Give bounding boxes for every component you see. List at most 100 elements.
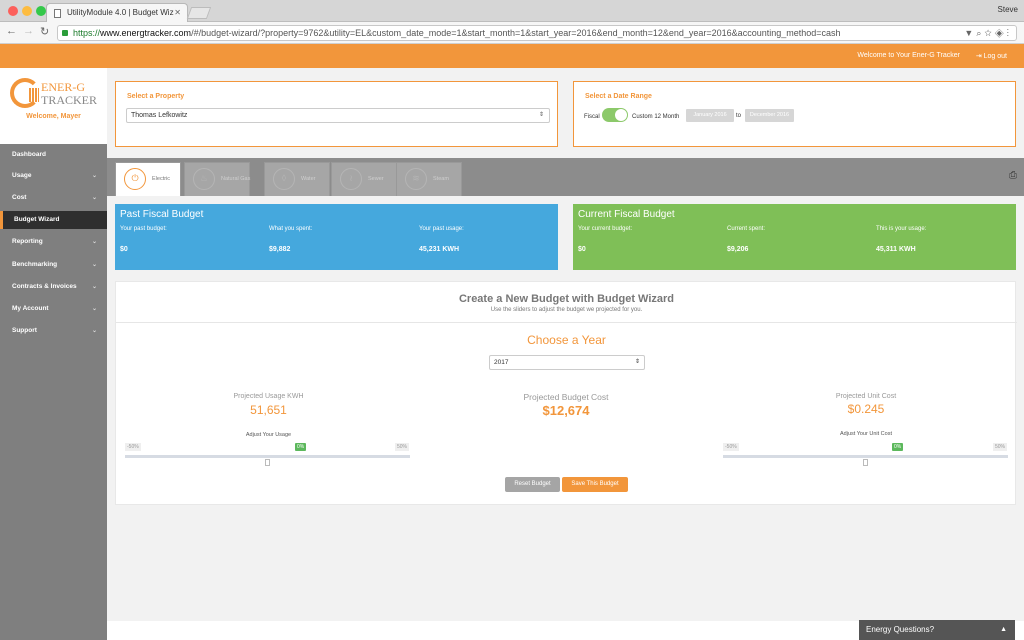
app-header: Welcome to Your Ener-G Tracker ⇥ Log out: [0, 44, 1024, 68]
url-path: /#/budget-wizard/?property=9762&utility=…: [191, 28, 841, 38]
start-month-input[interactable]: January 2016: [686, 109, 734, 122]
budget-wizard-panel: Create a New Budget with Budget Wizard U…: [115, 281, 1017, 505]
past-budget-title: Past Fiscal Budget: [120, 209, 204, 220]
select-arrows-icon: ⇕: [634, 359, 640, 365]
maximize-window-button[interactable]: [36, 6, 46, 16]
projected-usage-value: 51,651: [250, 403, 287, 417]
unit-cost-current-badge: 0%: [892, 443, 904, 451]
past-budget-value: $0: [120, 246, 128, 253]
projected-unit-cost-value: $0.245: [847, 402, 885, 416]
tab-label: Steam: [433, 176, 449, 182]
current-spent-value: $9,206: [727, 246, 749, 253]
url-host: www.energtracker.com: [100, 28, 192, 38]
usage-current-badge: 0%: [295, 443, 307, 451]
current-budget-title: Current Fiscal Budget: [578, 209, 675, 220]
projected-usage-label: Projected Usage KWH: [233, 393, 304, 400]
usage-slider-track[interactable]: [125, 455, 410, 458]
energy-questions-label: Energy Questions?: [866, 625, 935, 634]
property-card-title: Select a Property: [127, 93, 185, 100]
sidebar-item-label: Cost: [12, 194, 27, 201]
close-tab-icon[interactable]: ✕: [174, 4, 181, 22]
tab-natural-gas[interactable]: ♨ Natural Gas: [184, 162, 250, 196]
address-bar[interactable]: https://www.energtracker.com/#/budget-wi…: [57, 25, 1017, 41]
browser-tab[interactable]: UtilityModule 4.0 | Budget Wiz ✕: [46, 3, 188, 22]
sidebar-item-contracts-invoices[interactable]: Contracts & Invoices ⌄: [0, 278, 107, 296]
browser-toolbar: ← → ↻ https://www.energtracker.com/#/bud…: [0, 22, 1024, 44]
minimize-window-button[interactable]: [22, 6, 32, 16]
filter-icon[interactable]: ▼: [964, 28, 976, 38]
property-select-value: Thomas Lefkowitz: [131, 112, 188, 119]
steam-icon: ≋: [405, 168, 427, 190]
unit-cost-min-label: -50%: [723, 443, 739, 451]
tab-label: Natural Gas: [221, 176, 251, 182]
reset-budget-button[interactable]: Reset Budget: [505, 477, 560, 492]
past-usage-value: 45,231 KWH: [419, 246, 460, 253]
close-window-button[interactable]: [8, 6, 18, 16]
tab-electric[interactable]: ⏻ Electric: [115, 162, 181, 196]
sidebar-item-label: Contracts & Invoices: [12, 283, 77, 290]
browser-tab-title: UtilityModule 4.0 | Budget Wiz: [67, 8, 174, 17]
current-usage-label: This is your usage:: [876, 226, 927, 232]
bookmark-star-icon[interactable]: ☆: [984, 28, 994, 38]
chevron-down-icon: ⌄: [91, 306, 97, 312]
save-budget-button[interactable]: Save This Budget: [562, 477, 628, 492]
current-usage-value: 45,311 KWH: [876, 246, 916, 253]
usage-max-label: 50%: [395, 443, 410, 451]
fiscal-label: Fiscal: [584, 114, 600, 120]
browser-tab-bar: UtilityModule 4.0 | Budget Wiz ✕ Steve: [0, 0, 1024, 22]
unit-cost-max-label: 50%: [993, 443, 1008, 451]
menu-icon[interactable]: ⋮: [1007, 28, 1012, 38]
sidebar-item-my-account[interactable]: My Account ⌄: [0, 300, 107, 318]
extension-icon[interactable]: ◈: [995, 28, 1007, 38]
sidebar-item-usage[interactable]: Usage ⌄: [0, 167, 107, 185]
flame-icon: ♨: [193, 168, 215, 190]
forward-arrow-icon[interactable]: →: [23, 25, 34, 37]
end-month-input[interactable]: December 2016: [745, 109, 794, 122]
chevron-down-icon: ⌄: [91, 262, 97, 268]
sidebar-item-support[interactable]: Support ⌄: [0, 322, 107, 340]
past-spent-value: $9,882: [269, 246, 291, 253]
tab-label: Sewer: [368, 176, 384, 182]
current-spent-label: Current spent:: [727, 226, 766, 232]
adjust-unit-cost-label: Adjust Your Unit Cost: [840, 431, 892, 437]
property-select[interactable]: Thomas Lefkowitz ⇕: [126, 108, 550, 123]
chevron-down-icon: ⌄: [91, 195, 97, 201]
sidebar-item-label: Usage: [12, 172, 32, 179]
past-budget-label: Your past budget:: [120, 226, 167, 232]
date-range-card: Select a Date Range Fiscal Custom 12 Mon…: [573, 81, 1016, 147]
tab-water[interactable]: ◊ Water: [264, 162, 330, 196]
tab-sewer[interactable]: ≀ Sewer: [331, 162, 397, 196]
back-arrow-icon[interactable]: ←: [6, 25, 17, 37]
page-icon: [54, 9, 61, 18]
sidebar-item-reporting[interactable]: Reporting ⌄: [0, 233, 107, 251]
usage-slider-handle[interactable]: [264, 459, 270, 466]
sidebar-item-dashboard[interactable]: Dashboard: [0, 146, 107, 164]
fiscal-custom-toggle[interactable]: [602, 108, 628, 122]
energy-questions-chat[interactable]: Energy Questions? ▲: [859, 620, 1015, 640]
plug-icon: ⏻: [124, 168, 146, 190]
year-select[interactable]: 2017 ⇕: [489, 355, 645, 370]
sidebar-item-cost[interactable]: Cost ⌄: [0, 189, 107, 207]
adjust-usage-label: Adjust Your Usage: [245, 432, 292, 438]
welcome-user: Welcome, Mayer: [26, 113, 81, 120]
url-scheme: https://: [73, 28, 101, 38]
date-range-title: Select a Date Range: [585, 93, 652, 100]
sidebar-item-label: Benchmarking: [12, 261, 58, 268]
projected-cost-value: $12,674: [542, 403, 590, 418]
sidebar-item-label: Dashboard: [12, 151, 46, 158]
wizard-title: Create a New Budget with Budget Wizard: [458, 293, 675, 305]
property-card: Select a Property Thomas Lefkowitz ⇕: [115, 81, 558, 147]
new-tab-button[interactable]: [186, 7, 212, 19]
unit-cost-slider-track[interactable]: [723, 455, 1008, 458]
sidebar-item-label: Reporting: [12, 238, 43, 245]
past-usage-label: Your past usage:: [419, 226, 464, 232]
logout-link[interactable]: ⇥ Log out: [976, 52, 1007, 60]
past-budget-panel: Past Fiscal Budget Your past budget: $0 …: [115, 204, 558, 270]
sidebar-item-benchmarking[interactable]: Benchmarking ⌄: [0, 256, 107, 274]
print-icon[interactable]: ⎙: [1009, 170, 1017, 181]
unit-cost-slider-handle[interactable]: [862, 459, 868, 466]
tab-steam[interactable]: ≋ Steam: [396, 162, 462, 196]
reload-icon[interactable]: ↻: [40, 25, 49, 38]
browser-user-name[interactable]: Steve: [998, 5, 1018, 14]
sidebar-item-budget-wizard[interactable]: Budget Wizard: [0, 211, 107, 229]
